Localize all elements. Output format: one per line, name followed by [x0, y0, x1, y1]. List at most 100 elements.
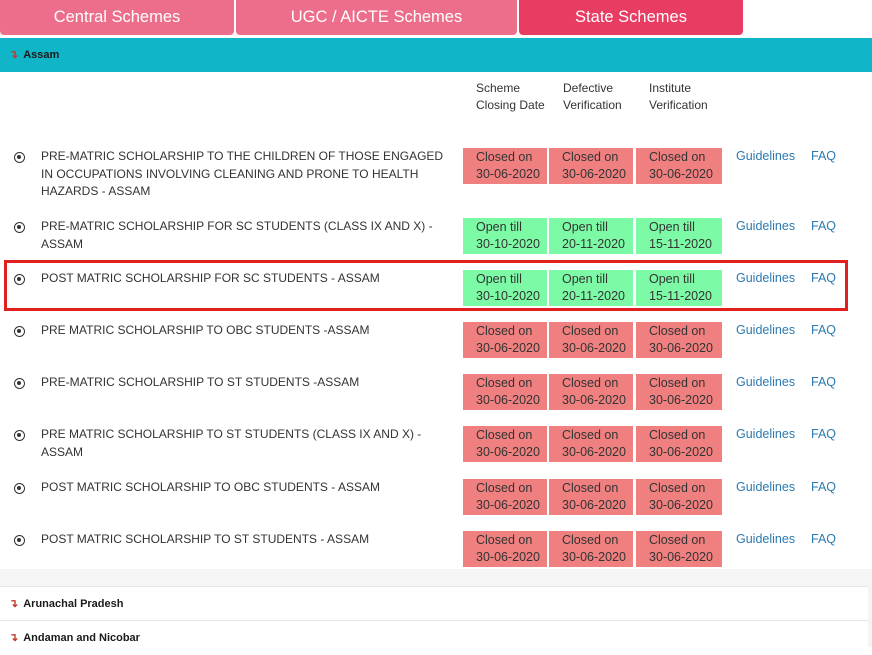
- status-label: Closed on: [562, 376, 619, 390]
- scheme-name: POST MATRIC SCHOLARSHIP TO OBC STUDENTS …: [41, 480, 380, 494]
- status-date: 30-06-2020: [476, 167, 540, 181]
- column-header-closing-date: Scheme Closing Date: [476, 81, 545, 112]
- institute-verification-status: Closed on 30-06-2020: [636, 322, 722, 358]
- closing-date-status: Closed on 30-06-2020: [463, 426, 547, 462]
- faq-link[interactable]: FAQ: [811, 218, 836, 235]
- defective-verification-status: Closed on 30-06-2020: [549, 374, 633, 410]
- defective-verification-status: Open till 20-11-2020: [549, 218, 633, 254]
- scheme-name: PRE-MATRIC SCHOLARSHIP TO THE CHILDREN O…: [41, 149, 444, 198]
- institute-verification-status: Closed on 30-06-2020: [636, 426, 722, 462]
- guidelines-link[interactable]: Guidelines: [736, 426, 795, 443]
- status-label: Open till: [476, 272, 522, 286]
- closing-date-status: Open till 30-10-2020: [463, 270, 547, 306]
- closing-date-status: Closed on 30-06-2020: [463, 148, 547, 184]
- status-date: 30-06-2020: [476, 550, 540, 564]
- status-label: Closed on: [562, 324, 619, 338]
- status-date: 30-06-2020: [562, 498, 626, 512]
- status-date: 30-06-2020: [476, 445, 540, 459]
- state-row-arunachal-pradesh[interactable]: ↴ Arunachal Pradesh: [0, 586, 868, 620]
- status-date: 30-10-2020: [476, 289, 540, 303]
- faq-link[interactable]: FAQ: [811, 322, 836, 339]
- faq-link[interactable]: FAQ: [811, 270, 836, 287]
- defective-verification-status: Open till 20-11-2020: [549, 270, 633, 306]
- defective-verification-status: Closed on 30-06-2020: [549, 322, 633, 358]
- status-date: 30-06-2020: [562, 167, 626, 181]
- scheme-name: POST MATRIC SCHOLARSHIP TO ST STUDENTS -…: [41, 532, 370, 546]
- radio-button[interactable]: [14, 378, 25, 389]
- status-label: Open till: [649, 220, 695, 234]
- expand-arrow-icon: ↴: [9, 598, 19, 610]
- status-date: 30-06-2020: [649, 167, 713, 181]
- closing-date-status: Closed on 30-06-2020: [463, 322, 547, 358]
- radio-button[interactable]: [14, 326, 25, 337]
- radio-button[interactable]: [14, 222, 25, 233]
- defective-verification-status: Closed on 30-06-2020: [549, 479, 633, 515]
- status-date: 15-11-2020: [649, 289, 713, 303]
- faq-link[interactable]: FAQ: [811, 426, 836, 443]
- scheme-name: PRE MATRIC SCHOLARSHIP TO OBC STUDENTS -…: [41, 323, 370, 337]
- expand-arrow-icon: ↴: [9, 49, 19, 61]
- scheme-name: PRE-MATRIC SCHOLARSHIP TO ST STUDENTS -A…: [41, 375, 360, 389]
- defective-verification-status: Closed on 30-06-2020: [549, 148, 633, 184]
- guidelines-link[interactable]: Guidelines: [736, 374, 795, 391]
- guidelines-link[interactable]: Guidelines: [736, 148, 795, 165]
- defective-verification-status: Closed on 30-06-2020: [549, 531, 633, 567]
- status-date: 30-06-2020: [649, 393, 713, 407]
- status-label: Closed on: [476, 324, 533, 338]
- scheme-name: POST MATRIC SCHOLARSHIP FOR SC STUDENTS …: [41, 271, 380, 285]
- defective-verification-status: Closed on 30-06-2020: [549, 426, 633, 462]
- state-name: Andaman and Nicobar: [23, 632, 140, 644]
- status-label: Closed on: [649, 481, 706, 495]
- closing-date-status: Open till 30-10-2020: [463, 218, 547, 254]
- radio-button[interactable]: [14, 483, 25, 494]
- state-header-assam[interactable]: ↴ Assam: [0, 38, 872, 72]
- guidelines-link[interactable]: Guidelines: [736, 479, 795, 496]
- column-header-institute-verification: Institute Verification: [649, 81, 708, 112]
- status-date: 30-06-2020: [562, 445, 626, 459]
- status-label: Open till: [562, 272, 608, 286]
- status-label: Closed on: [562, 150, 619, 164]
- status-label: Closed on: [649, 376, 706, 390]
- status-label: Closed on: [649, 533, 706, 547]
- faq-link[interactable]: FAQ: [811, 374, 836, 391]
- status-label: Closed on: [476, 150, 533, 164]
- institute-verification-status: Closed on 30-06-2020: [636, 148, 722, 184]
- status-date: 30-06-2020: [476, 498, 540, 512]
- radio-button[interactable]: [14, 535, 25, 546]
- guidelines-link[interactable]: Guidelines: [736, 270, 795, 287]
- guidelines-link[interactable]: Guidelines: [736, 218, 795, 235]
- status-label: Open till: [476, 220, 522, 234]
- expand-arrow-icon: ↴: [9, 632, 19, 644]
- status-date: 30-06-2020: [649, 445, 713, 459]
- status-date: 30-06-2020: [649, 341, 713, 355]
- status-date: 30-06-2020: [562, 550, 626, 564]
- scheme-name: PRE MATRIC SCHOLARSHIP TO ST STUDENTS (C…: [41, 427, 422, 459]
- radio-button[interactable]: [14, 152, 25, 163]
- status-date: 20-11-2020: [562, 289, 626, 303]
- status-date: 20-11-2020: [562, 237, 626, 251]
- tab-ugc-aicte-schemes[interactable]: UGC / AICTE Schemes: [236, 0, 517, 35]
- status-label: Closed on: [562, 481, 619, 495]
- faq-link[interactable]: FAQ: [811, 148, 836, 165]
- status-label: Closed on: [476, 481, 533, 495]
- status-label: Closed on: [562, 533, 619, 547]
- status-label: Closed on: [476, 428, 533, 442]
- status-label: Open till: [562, 220, 608, 234]
- radio-button[interactable]: [14, 274, 25, 285]
- faq-link[interactable]: FAQ: [811, 479, 836, 496]
- tab-central-schemes[interactable]: Central Schemes: [0, 0, 234, 35]
- status-date: 30-06-2020: [562, 393, 626, 407]
- guidelines-link[interactable]: Guidelines: [736, 531, 795, 548]
- tab-state-schemes[interactable]: State Schemes: [519, 0, 743, 35]
- institute-verification-status: Closed on 30-06-2020: [636, 479, 722, 515]
- status-label: Closed on: [649, 324, 706, 338]
- scheme-tabs: Central Schemes UGC / AICTE Schemes Stat…: [0, 0, 872, 36]
- column-header-defective-verification: Defective Verification: [563, 81, 622, 112]
- faq-link[interactable]: FAQ: [811, 531, 836, 548]
- status-label: Closed on: [476, 533, 533, 547]
- status-date: 30-10-2020: [476, 237, 540, 251]
- state-row-andaman-and-nicobar[interactable]: ↴ Andaman and Nicobar: [0, 620, 868, 654]
- radio-button[interactable]: [14, 430, 25, 441]
- guidelines-link[interactable]: Guidelines: [736, 322, 795, 339]
- state-name: Assam: [23, 49, 60, 61]
